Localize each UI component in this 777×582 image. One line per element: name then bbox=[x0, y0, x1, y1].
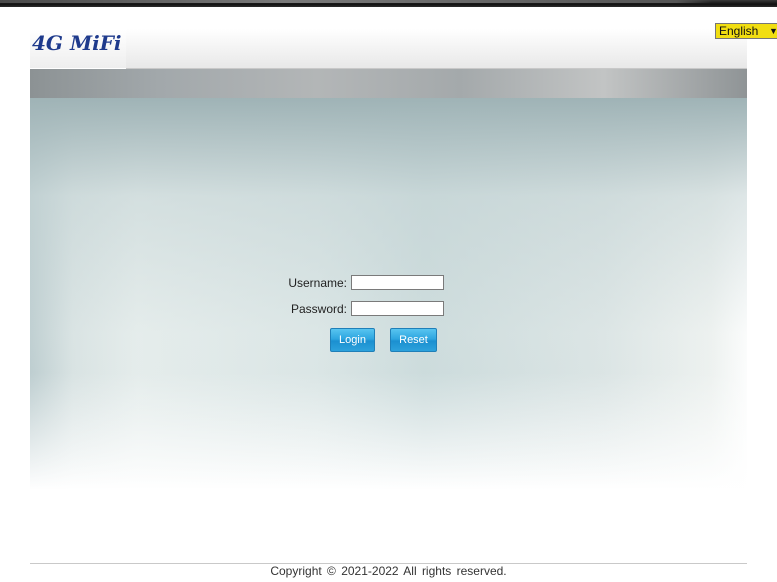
password-row: Password: bbox=[285, 301, 485, 317]
password-input[interactable] bbox=[351, 301, 444, 316]
main-gradient bbox=[30, 98, 747, 490]
username-row: Username: bbox=[285, 275, 485, 291]
password-label: Password: bbox=[290, 302, 347, 316]
logo-container: 4G MiFi bbox=[30, 30, 126, 68]
header-stripe bbox=[126, 29, 747, 69]
reset-button[interactable]: Reset bbox=[390, 328, 437, 352]
username-label: Username: bbox=[288, 276, 347, 290]
logo: 4G MiFi bbox=[32, 31, 122, 55]
language-select[interactable]: English ▼ bbox=[715, 23, 777, 39]
header: 4G MiFi English ▼ bbox=[30, 7, 777, 69]
copyright-text: Copyright © 2021-2022 All rights reserve… bbox=[270, 564, 507, 578]
main-content: Username: Password: Login Reset bbox=[30, 98, 747, 490]
top-bar bbox=[0, 0, 777, 7]
username-input[interactable] bbox=[351, 275, 444, 290]
top-bar-highlight bbox=[0, 0, 712, 3]
language-select-value: English bbox=[719, 24, 759, 38]
banner-band bbox=[30, 69, 747, 98]
login-button[interactable]: Login bbox=[330, 328, 375, 352]
chevron-down-icon: ▼ bbox=[769, 26, 777, 36]
